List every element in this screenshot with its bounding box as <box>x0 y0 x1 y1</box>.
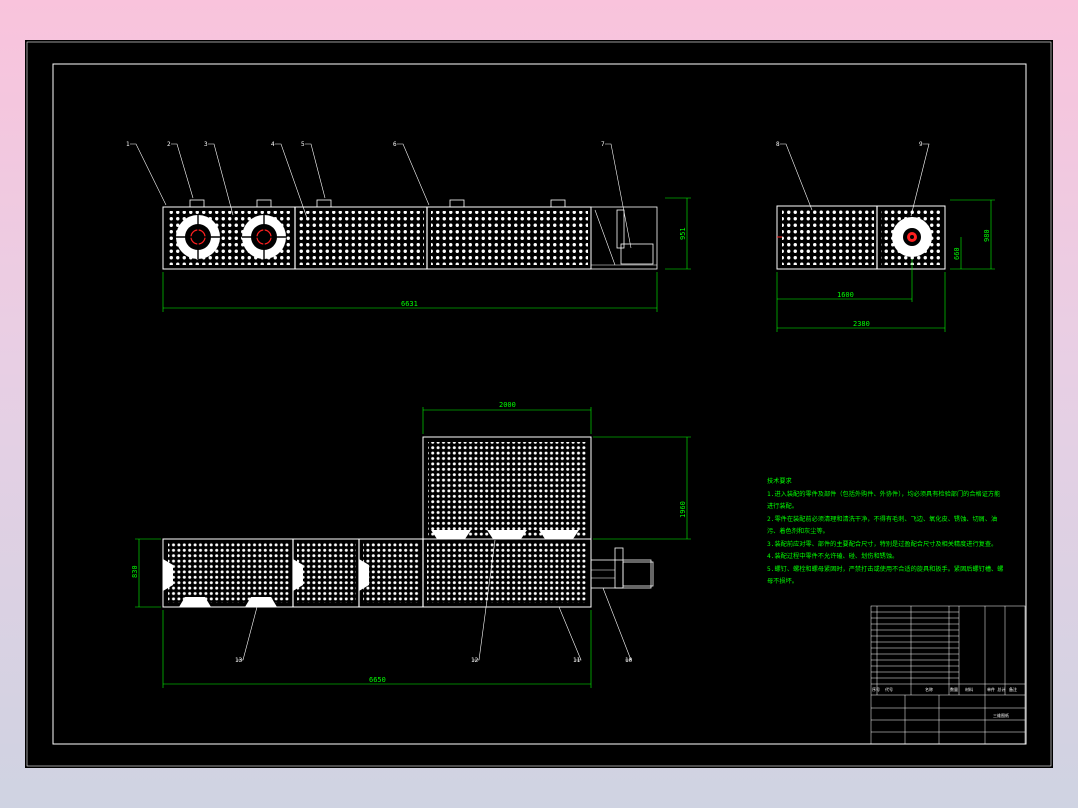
dim-top-lower-height: 830 <box>131 565 139 578</box>
tb-col-qty: 数量 <box>950 686 958 692</box>
dim-top-overall: 6650 <box>369 676 386 684</box>
callout-7: 7 <box>601 141 605 148</box>
front-view: 1 2 3 4 5 6 7 6631 951 <box>126 141 691 312</box>
callout-10: 10 <box>625 657 633 664</box>
note-line-5: 3.装配前应对零、部件的主要配合尺寸，特别是过盈配合尺寸及相关精度进行复查。 <box>767 540 997 548</box>
note-line-8: 母不损坏。 <box>767 577 798 585</box>
tb-col-material: 材料 <box>965 686 973 692</box>
cad-viewport[interactable]: 1 2 3 4 5 6 7 6631 951 8 9 1600 2380 980… <box>25 40 1053 768</box>
dim-side-total: 2380 <box>853 320 870 328</box>
callout-9: 9 <box>919 141 923 148</box>
cad-drawing: 1 2 3 4 5 6 7 6631 951 8 9 1600 2380 980… <box>26 41 1052 767</box>
top-lower-panel-2 <box>297 543 356 603</box>
top-upper-panel <box>428 442 586 536</box>
callout-5: 5 <box>301 141 305 148</box>
technical-notes: 技术要求 1.进入装配的零件及部件（包括外购件、外协件），均必须具有检验部门的合… <box>767 477 1003 585</box>
callout-6: 6 <box>393 141 397 148</box>
callout-13: 13 <box>235 657 243 664</box>
dim-top-upper-height: 1960 <box>679 501 687 518</box>
dim-front-width: 6631 <box>401 300 418 308</box>
callout-3: 3 <box>204 141 208 148</box>
note-line-6: 4.装配过程中零件不允许磕、碰、划伤和锈蚀。 <box>767 552 898 560</box>
top-lower-panel-3 <box>363 543 420 603</box>
callout-11: 11 <box>573 657 581 664</box>
note-line-1: 1.进入装配的零件及部件（包括外购件、外协件），均必须具有检验部门的合格证方能 <box>767 490 1000 498</box>
front-panel-2 <box>299 211 424 265</box>
side-fan <box>892 217 932 257</box>
top-drive-unit <box>590 547 654 589</box>
front-drive-unit <box>590 206 658 270</box>
tb-col-name: 名称 <box>925 686 933 692</box>
top-lower-panel-1 <box>168 543 290 603</box>
side-panel-1 <box>782 210 874 265</box>
side-view: 8 9 1600 2380 980 660 <box>776 141 995 332</box>
tb-col-weight: 单件 总计 <box>987 686 1005 692</box>
tb-col-index: 序号 <box>872 686 880 692</box>
title-block: 序号 代号 名称 数量 材料 单件 总计 备注 三维图纸 <box>870 605 1026 745</box>
note-line-3: 2.零件在装配前必须清理和清洗干净，不得有毛刺、飞边、氧化皮、锈蚀、切屑、油 <box>767 515 997 523</box>
note-line-7: 5.螺钉、螺栓和螺母紧固时，严禁打击或使用不合适的旋具和扳手。紧固后螺钉槽、螺 <box>767 565 1003 573</box>
tb-col-remarks: 备注 <box>1009 686 1017 692</box>
note-line-4: 污、着色剂和灰尘等。 <box>767 527 829 535</box>
front-fan-1 <box>176 215 220 259</box>
callout-4: 4 <box>271 141 275 148</box>
top-lower-panel-4 <box>427 543 587 603</box>
callout-1: 1 <box>126 141 130 148</box>
tb-col-code: 代号 <box>885 686 893 692</box>
dim-side-mid: 660 <box>953 247 961 260</box>
top-view: 13 12 11 10 2000 1960 830 6650 <box>131 401 691 688</box>
callout-2: 2 <box>167 141 171 148</box>
parts-list-grid <box>870 605 1026 745</box>
dim-top-upper-width: 2000 <box>499 401 516 409</box>
outer-border <box>26 41 1052 767</box>
notes-heading: 技术要求 <box>767 477 792 485</box>
dim-side-height: 980 <box>983 229 991 242</box>
dim-side-inner: 1600 <box>837 291 854 299</box>
front-fan-2 <box>242 215 286 259</box>
callout-12: 12 <box>471 657 479 664</box>
note-line-2: 进行装配。 <box>767 502 798 510</box>
dim-front-height: 951 <box>679 227 687 240</box>
tb-drawing-name: 三维图纸 <box>993 712 1009 718</box>
callout-8: 8 <box>776 141 780 148</box>
front-panel-3 <box>431 211 588 265</box>
side-callouts <box>780 143 930 217</box>
